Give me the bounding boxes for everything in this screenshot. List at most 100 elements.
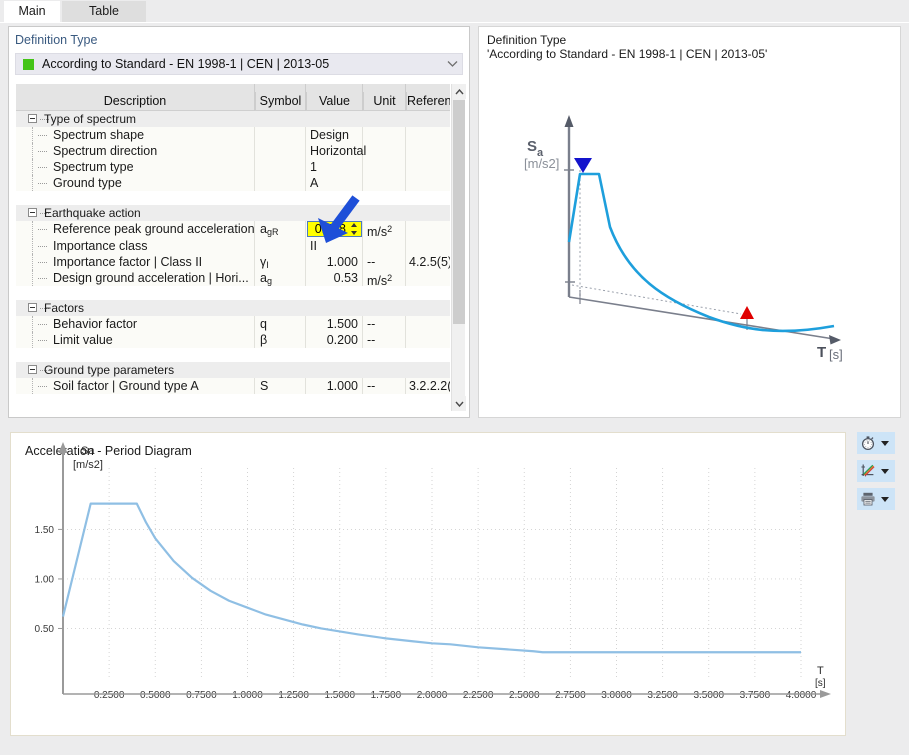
stopwatch-button[interactable] (857, 432, 895, 454)
row-unit: -- (363, 378, 405, 394)
spinner-up-icon[interactable] (351, 223, 357, 227)
row-unit (363, 238, 405, 254)
row-description: Design ground acceleration | Hori... (53, 270, 249, 286)
scroll-up-button[interactable] (452, 84, 466, 99)
table-row[interactable]: Limit value β 0.200 -- (16, 332, 450, 348)
svg-text:[s]: [s] (829, 347, 843, 362)
row-description: Limit value (53, 332, 113, 348)
chevron-down-icon[interactable] (881, 441, 889, 446)
table-spacer (16, 286, 450, 300)
x-axis-unit: [s] (815, 678, 826, 689)
collapse-icon[interactable] (28, 208, 37, 217)
row-symbol (255, 175, 305, 191)
row-symbol: β (255, 332, 305, 348)
collapse-icon[interactable] (28, 365, 37, 374)
collapse-icon[interactable] (28, 114, 37, 123)
row-reference (406, 316, 450, 332)
marker-bottom (740, 306, 754, 319)
row-description: Importance class (53, 238, 147, 254)
row-description-cell: Spectrum shape (16, 127, 254, 143)
row-unit: m/s2 (363, 270, 405, 286)
table-viewport: Description Symbol Value Unit Reference … (16, 84, 450, 411)
x-axis-tick-label: 0.5000 (140, 690, 171, 701)
reference-peak-ground-acceleration-input[interactable]: 0.528 (307, 221, 362, 237)
table-body: Type of spectrum Spectrum shape Design S… (16, 111, 450, 411)
acceleration-period-chart[interactable]: 0.25000.50000.75001.00001.25001.50001.75… (11, 433, 845, 735)
tab-main[interactable]: Main (4, 1, 60, 22)
row-description: Soil factor | Ground type A (53, 378, 199, 394)
collapse-icon[interactable] (28, 303, 37, 312)
y-axis-tick-label: 1.00 (35, 574, 55, 585)
chevron-down-icon[interactable] (442, 60, 462, 68)
row-reference (406, 143, 450, 159)
definition-type-label: Definition Type (15, 33, 97, 47)
table-row[interactable]: Importance class II (16, 238, 450, 254)
table-row[interactable]: Importance factor | Class II γI 1.000 --… (16, 254, 450, 270)
spinner-stepper[interactable] (349, 222, 361, 236)
row-reference (406, 270, 450, 286)
column-header-description[interactable]: Description (16, 92, 254, 110)
acceleration-period-diagram-panel: Acceleration - Period Diagram 0.25000.50… (10, 432, 846, 736)
row-unit (363, 143, 405, 159)
row-unit: -- (363, 332, 405, 348)
table-row[interactable]: Ground type A (16, 175, 450, 191)
column-header-unit[interactable]: Unit (363, 92, 405, 110)
scrollbar-thumb[interactable] (453, 100, 465, 324)
table-row[interactable]: Reference peak ground acceleration agR 0… (16, 221, 450, 238)
row-value[interactable]: 1 (306, 159, 362, 175)
table-group-row[interactable]: Type of spectrum (16, 111, 450, 127)
row-unit: -- (363, 254, 405, 270)
row-value[interactable]: Design Spectrum (306, 127, 362, 143)
row-symbol (255, 159, 305, 175)
print-button[interactable] (857, 488, 895, 510)
row-description-cell: Reference peak ground acceleration (16, 221, 254, 237)
x-axis-tick-label: 2.5000 (509, 690, 540, 701)
group-label: Factors (44, 300, 84, 316)
row-description-cell: Ground type (16, 175, 254, 191)
table-row[interactable]: Spectrum shape Design Spectrum (16, 127, 450, 143)
row-reference (406, 127, 450, 143)
svg-text:S: S (527, 138, 537, 155)
tab-table-values[interactable]: Table Values (62, 1, 146, 22)
row-value[interactable]: Horizontal (306, 143, 362, 159)
printer-icon (857, 491, 879, 507)
row-value[interactable]: II (306, 238, 362, 254)
table-header: Description Symbol Value Unit Reference (16, 84, 450, 111)
definition-type-dropdown[interactable]: According to Standard - EN 1998-1 | CEN … (15, 53, 463, 75)
y-axis-unit: [m/s2] (73, 459, 103, 471)
row-value[interactable]: 1.500 (306, 316, 362, 332)
scroll-down-button[interactable] (452, 396, 466, 411)
marker-top (574, 158, 592, 173)
row-value[interactable]: 1.000 (306, 378, 362, 394)
graph-settings-button[interactable] (857, 460, 895, 482)
table-row[interactable]: Design ground acceleration | Hori... ag … (16, 270, 450, 286)
table-row[interactable]: Soil factor | Ground type A S 1.000 -- 3… (16, 378, 450, 394)
row-value[interactable]: 1.000 (306, 254, 362, 270)
column-header-reference[interactable]: Reference (406, 92, 450, 110)
table-group-row[interactable]: Earthquake action (16, 205, 450, 221)
table-row[interactable]: Behavior factor q 1.500 -- (16, 316, 450, 332)
table-group-row[interactable]: Factors (16, 300, 450, 316)
table-spacer (16, 348, 450, 362)
row-symbol: γI (255, 254, 305, 270)
column-header-value[interactable]: Value (306, 92, 362, 110)
spinner-down-icon[interactable] (351, 231, 357, 235)
x-axis-tick-label: 1.7500 (371, 690, 402, 701)
tab-bar: Main Table Values (0, 0, 909, 22)
chevron-down-icon[interactable] (881, 497, 889, 502)
table-row[interactable]: Spectrum direction Horizontal (16, 143, 450, 159)
x-axis-tick-label: 2.7500 (555, 690, 586, 701)
table-vertical-scrollbar[interactable] (451, 84, 465, 411)
x-axis-tick-label: 3.7500 (740, 690, 771, 701)
table-row[interactable]: Spectrum type 1 (16, 159, 450, 175)
row-description-cell: Importance class (16, 238, 254, 254)
row-symbol: agR (255, 221, 305, 237)
column-header-symbol[interactable]: Symbol (255, 92, 305, 110)
row-description: Importance factor | Class II (53, 254, 202, 270)
row-description-cell: Design ground acceleration | Hori... (16, 270, 254, 286)
row-value[interactable]: 0.200 (306, 332, 362, 348)
row-value[interactable]: 0.53 (306, 270, 362, 286)
chevron-down-icon[interactable] (881, 469, 889, 474)
row-value[interactable]: A (306, 175, 362, 191)
table-group-row[interactable]: Ground type parameters (16, 362, 450, 378)
